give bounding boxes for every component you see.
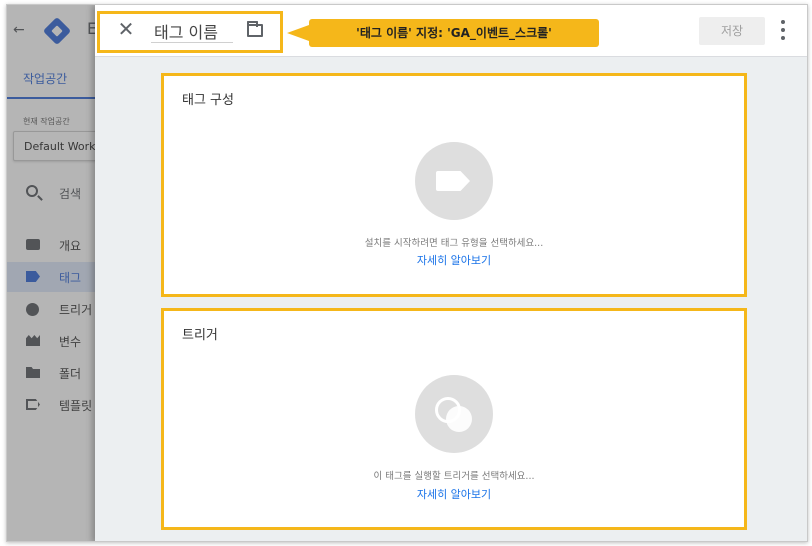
tag-editor-header: ✕ 태그 이름 '태그 이름' 지정: 'GA_이벤트_스크롤' 저장	[95, 5, 807, 57]
tag-name-field[interactable]: 태그 이름	[151, 15, 233, 43]
modal-backdrop[interactable]	[7, 5, 97, 541]
learn-more-link[interactable]: 자세히 알아보기	[164, 252, 744, 268]
trigger-hint: 이 태그를 실행할 트리거를 선택하세요...	[373, 471, 535, 482]
tag-editor-panel: ✕ 태그 이름 '태그 이름' 지정: 'GA_이벤트_스크롤' 저장 태그 구…	[95, 5, 807, 541]
more-dot	[781, 20, 785, 24]
trigger-icon-fill	[446, 406, 472, 432]
window-frame: ← E 작업공간 현재 작업공간 Default Work 검색 개요 태그 트…	[6, 4, 808, 542]
tag-icon	[436, 171, 470, 191]
annotation-callout: '태그 이름' 지정: 'GA_이벤트_스크롤'	[287, 19, 599, 47]
tag-type-button[interactable]	[415, 142, 493, 220]
more-dot	[781, 36, 785, 40]
trigger-title: 트리거	[182, 328, 218, 343]
trigger-select-button[interactable]	[415, 375, 493, 453]
trigger-card[interactable]: 트리거 이 태그를 실행할 트리거를 선택하세요... 자세히 알아보기	[161, 308, 747, 530]
folder-outline-icon[interactable]	[247, 21, 263, 37]
tag-configuration-card[interactable]: 태그 구성 설치를 시작하려면 태그 유형을 선택하세요... 자세히 알아보기	[161, 73, 747, 297]
tag-configuration-title: 태그 구성	[182, 93, 234, 108]
more-dot	[781, 28, 785, 32]
save-button[interactable]: 저장	[699, 17, 765, 45]
close-icon[interactable]: ✕	[115, 19, 137, 41]
more-vert-icon[interactable]	[779, 19, 787, 41]
tag-configuration-hint: 설치를 시작하려면 태그 유형을 선택하세요...	[364, 238, 544, 249]
learn-more-link[interactable]: 자세히 알아보기	[164, 486, 744, 502]
